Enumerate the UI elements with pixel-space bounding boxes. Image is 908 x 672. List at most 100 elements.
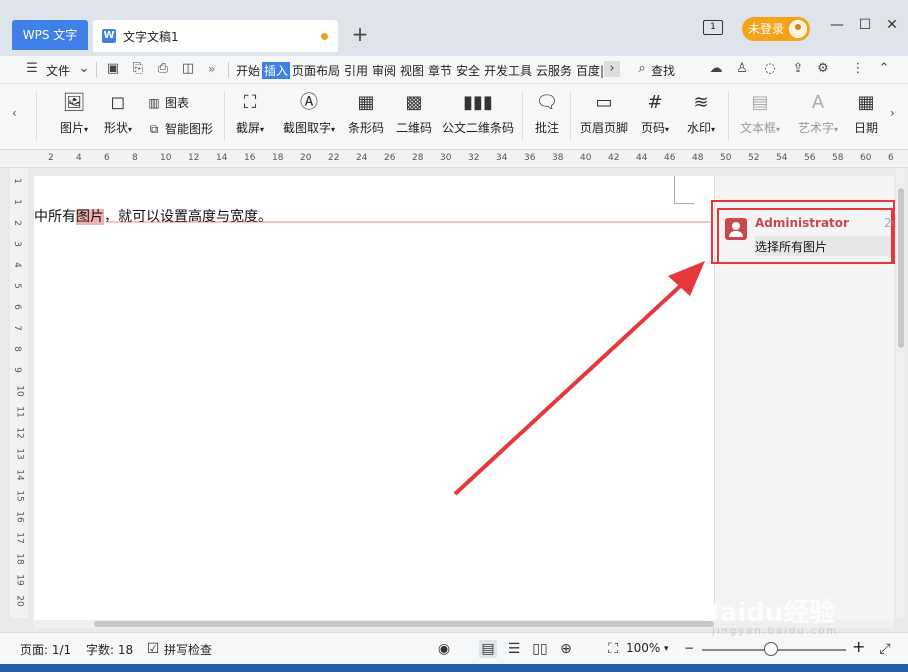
file-menu[interactable]: 文件	[46, 62, 70, 79]
ruler-tick: 24	[356, 153, 368, 163]
comment-button[interactable]: 🗨︎ 批注	[530, 92, 564, 136]
export-pdf-icon[interactable]: ⎘	[130, 61, 146, 77]
ruler-tick: 54	[776, 153, 788, 163]
minimize-button[interactable]: —	[827, 17, 847, 33]
chat-icon[interactable]: ◌	[762, 61, 778, 77]
zoom-in-button[interactable]: +	[852, 637, 865, 656]
ruler-tick: 38	[552, 153, 564, 163]
shape-button[interactable]: ◻ 形状▾	[98, 92, 138, 136]
new-tab-button[interactable]: +	[348, 22, 372, 46]
fullscreen-icon[interactable]: ⤢	[876, 640, 894, 658]
outline-view-icon[interactable]: ☰	[505, 640, 523, 658]
ribbon-scroll-right-icon[interactable]: ›	[890, 106, 895, 120]
screenshot-button[interactable]: ⛶ 截屏▾	[230, 92, 270, 136]
fit-page-icon[interactable]: ⛶	[604, 640, 622, 658]
checkbox-icon[interactable]: ☑	[144, 640, 162, 658]
doc-qrcode-button[interactable]: ▮▮▮ 公文二维条码	[440, 92, 516, 136]
word-count[interactable]: 字数: 18	[86, 641, 133, 658]
tab-page-layout[interactable]: 页面布局	[292, 62, 340, 79]
chart-button[interactable]: ▥ 图表	[146, 94, 189, 111]
gear-icon[interactable]: ⚙	[815, 61, 831, 77]
vertical-ruler-tick: 13	[14, 448, 25, 460]
eye-protection-icon[interactable]: ◉	[435, 640, 453, 658]
smart-shape-icon: ⧉	[149, 122, 159, 136]
hamburger-icon[interactable]: ☰	[24, 61, 40, 77]
zoom-level[interactable]: 100%	[626, 641, 660, 655]
tab-section[interactable]: 章节	[428, 62, 452, 79]
smart-shape-button[interactable]: ⧉ 智能图形	[146, 120, 213, 137]
tab-security[interactable]: 安全	[456, 62, 480, 79]
tab-start[interactable]: 开始	[236, 62, 260, 79]
vertical-ruler-tick: 18	[14, 553, 25, 565]
ruler-tick: 6	[104, 153, 110, 163]
picture-button[interactable]: 🖼︎ 图片▾	[54, 92, 94, 136]
watermark-button[interactable]: ≋ 水印▾	[682, 92, 720, 136]
tab-developer[interactable]: 开发工具	[484, 62, 532, 79]
chart-icon: ▥	[148, 96, 160, 110]
date-button[interactable]: ▦ 日期	[850, 92, 882, 136]
document-page[interactable]: 中所有图片，就可以设置高度与宽度。	[34, 176, 714, 626]
web-view-icon[interactable]: ⊕	[557, 640, 575, 658]
tab-document[interactable]: W 文字文稿1	[93, 20, 338, 52]
document-tab-label: 文字文稿1	[123, 30, 179, 44]
zoom-out-button[interactable]: −	[684, 641, 694, 655]
search-icon[interactable]: ⌕	[634, 61, 650, 77]
page-number-button[interactable]: # 页码▾	[636, 92, 674, 136]
ribbon-scroll-left-icon[interactable]: ‹	[12, 106, 17, 120]
zoom-dropdown-icon[interactable]: ▾	[664, 644, 669, 654]
vertical-ruler-tick: 16	[14, 511, 25, 523]
commented-text[interactable]: 图片	[76, 209, 104, 225]
maximize-button[interactable]: ☐	[855, 17, 875, 33]
textbox-icon: ▤	[751, 92, 769, 113]
chevron-right-icon[interactable]: ›	[604, 61, 620, 77]
doc-barcode-icon: ▮▮▮	[463, 92, 493, 113]
tab-insert[interactable]: 插入	[262, 62, 291, 79]
vertical-ruler-tick: 2	[11, 220, 22, 226]
vertical-scrollbar[interactable]	[896, 168, 906, 618]
share-icon[interactable]: ⇪	[790, 61, 806, 77]
more-options-icon[interactable]: ⋮	[850, 61, 866, 77]
save-icon[interactable]: ▣	[105, 61, 121, 77]
wordart-button[interactable]: A 艺术字▾	[794, 92, 842, 136]
ruler-tick: 46	[664, 153, 676, 163]
ruler-tick: 18	[272, 153, 284, 163]
tab-cloud[interactable]: 云服务	[536, 62, 572, 79]
ruler-tick: 2	[48, 153, 54, 163]
header-footer-button[interactable]: ▭ 页眉页脚	[578, 92, 630, 136]
more-quick-tools[interactable]: »	[208, 62, 215, 76]
tab-review[interactable]: 审阅	[372, 62, 396, 79]
page-view-icon[interactable]: ▤	[479, 640, 497, 658]
collaborate-icon[interactable]: ♙	[734, 61, 750, 77]
vertical-scroll-thumb[interactable]	[898, 188, 904, 348]
horizontal-scroll-thumb[interactable]	[94, 621, 714, 627]
collapse-ribbon-icon[interactable]: ⌃	[876, 61, 892, 77]
window-count-icon[interactable]: 1	[703, 20, 723, 35]
document-paragraph[interactable]: 中所有图片，就可以设置高度与宽度。	[34, 206, 272, 226]
tab-baidu[interactable]: 百度|	[576, 62, 604, 79]
ocr-icon: Ⓐ	[300, 92, 318, 113]
ruler-tick: 26	[384, 153, 396, 163]
close-button[interactable]: ✕	[882, 17, 902, 33]
zoom-slider-handle[interactable]	[764, 642, 778, 656]
search-button[interactable]: 查找	[651, 62, 675, 79]
print-icon[interactable]: ⎙	[155, 61, 171, 77]
tab-wps-home[interactable]: WPS 文字	[12, 20, 88, 50]
ruler-tick: 30	[440, 153, 452, 163]
tab-view[interactable]: 视图	[400, 62, 424, 79]
ocr-button[interactable]: Ⓐ 截图取字▾	[278, 92, 340, 136]
page-count[interactable]: 页面: 1/1	[20, 641, 71, 658]
chevron-down-icon[interactable]: ⌄	[76, 61, 92, 77]
print-preview-icon[interactable]: ◫	[180, 61, 196, 77]
avatar	[789, 20, 807, 38]
textbox-button[interactable]: ▤ 文本框▾	[736, 92, 784, 136]
cloud-sync-icon[interactable]: ☁	[708, 61, 724, 77]
login-button[interactable]: 未登录	[742, 17, 810, 41]
reading-view-icon[interactable]: ▯▯	[531, 640, 549, 658]
horizontal-ruler[interactable]: 2 4 6 8 10 12 14 16 18 20 22 24 26 28 30 32 34 36 38 40 42 44…	[0, 150, 908, 168]
qrcode-button[interactable]: ▩ 二维码	[394, 92, 434, 136]
spellcheck-button[interactable]: 拼写检查	[164, 641, 212, 658]
vertical-ruler[interactable]: 1 1 2 3 4 5 6 7 8 9 10 11 12 13 14 15 16 17 18 19 20	[10, 168, 28, 618]
vertical-ruler-tick: 9	[11, 367, 22, 373]
barcode-button[interactable]: ▦ 条形码	[346, 92, 386, 136]
tab-references[interactable]: 引用	[344, 62, 368, 79]
